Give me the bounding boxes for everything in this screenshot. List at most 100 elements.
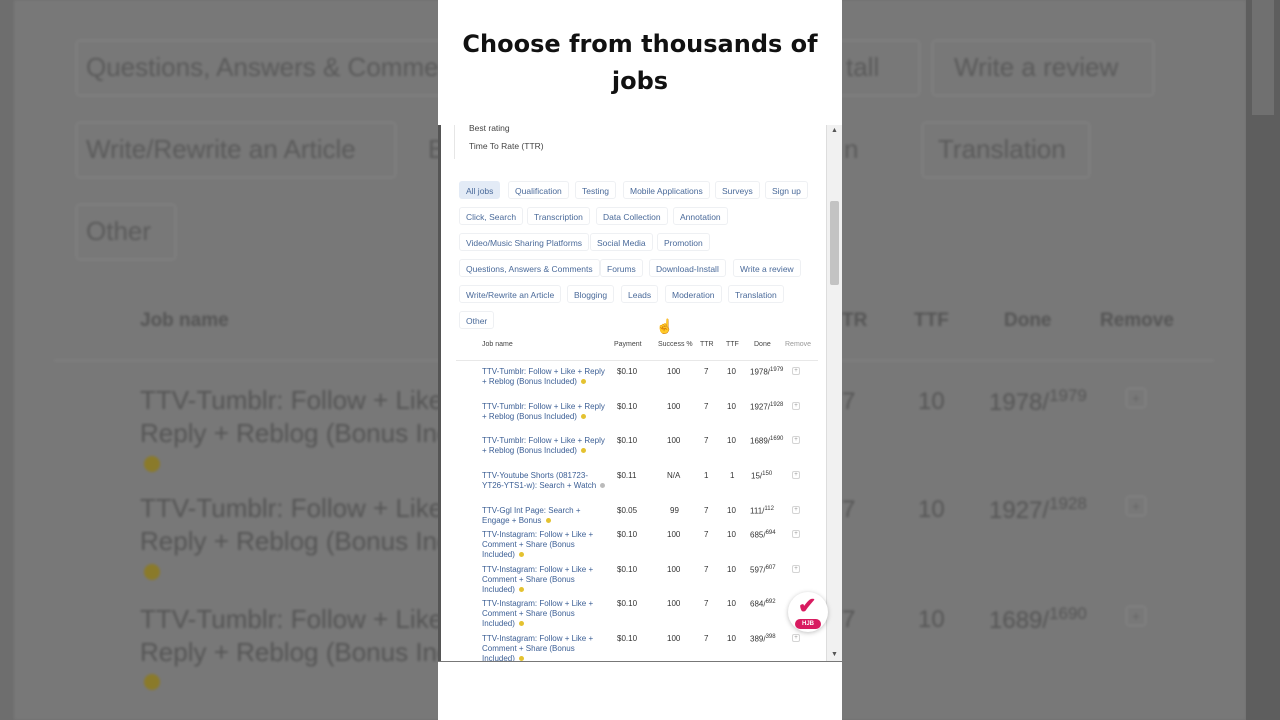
success: 99 — [670, 506, 679, 515]
table-divider — [456, 360, 818, 361]
vertical-scrollbar[interactable]: ▲ ▼ — [826, 125, 842, 661]
ttr: 1 — [704, 471, 709, 480]
coin-icon — [600, 483, 606, 489]
category-download-install[interactable]: Download-Install — [649, 259, 726, 277]
scroll-thumb[interactable] — [830, 201, 839, 285]
category-forums[interactable]: Forums — [600, 259, 643, 277]
bg-header: Remove — [1100, 310, 1174, 331]
category-qualification[interactable]: Qualification — [508, 181, 569, 199]
category-social-media[interactable]: Social Media — [590, 233, 653, 251]
done: 389/398 — [750, 634, 776, 644]
category-click-search[interactable]: Click, Search — [459, 207, 524, 225]
ttf: 10 — [727, 530, 736, 539]
coin-icon — [545, 518, 551, 524]
job-name-link[interactable]: TTV-Instagram: Follow + Like + Comment +… — [482, 599, 607, 629]
job-name-link[interactable]: TTV-Tumblr: Follow + Like + Reply + Rebl… — [482, 436, 607, 456]
window-edge — [438, 125, 441, 661]
col-ttf[interactable]: TTF — [726, 341, 739, 348]
payment: $0.10 — [617, 436, 638, 445]
ttr: 7 — [704, 436, 709, 445]
bg-header: TTF — [914, 310, 949, 331]
bg-scrollbar — [1246, 0, 1280, 720]
remove-button[interactable]: + — [792, 634, 800, 642]
done: 684/692 — [750, 599, 776, 609]
job-name-link[interactable]: TTV-Tumblr: Follow + Like + Reply + Rebl… — [482, 367, 607, 387]
job-name-link[interactable]: TTV-Instagram: Follow + Like + Comment +… — [482, 530, 607, 560]
col-ttr[interactable]: TTR — [700, 341, 714, 348]
remove-button[interactable]: + — [792, 530, 800, 538]
category-annotation[interactable]: Annotation — [673, 207, 728, 225]
job-name-link[interactable]: TTV-Instagram: Follow + Like + Comment +… — [482, 634, 607, 661]
ttf: 10 — [727, 402, 736, 411]
success: N/A — [667, 471, 681, 480]
payment: $0.10 — [617, 402, 638, 411]
col-payment[interactable]: Payment — [614, 341, 642, 348]
ttf: 10 — [727, 506, 736, 515]
bg-row-name: TTV-Tumblr: Follow + Like — [140, 604, 444, 634]
category-translation[interactable]: Translation — [728, 285, 784, 303]
job-name-link[interactable]: TTV-Tumblr: Follow + Like + Reply + Rebl… — [482, 402, 607, 422]
success: 100 — [667, 634, 681, 643]
bg-header: TR — [842, 310, 868, 331]
bg-chip: n — [844, 134, 859, 164]
table-header: Job name Payment Success % TTR TTF Done … — [438, 341, 826, 355]
col-remove: Remove — [785, 341, 812, 348]
coin-icon — [581, 448, 587, 454]
success: 100 — [667, 367, 681, 376]
category-moderation[interactable]: Moderation — [665, 285, 722, 303]
remove-button[interactable]: + — [792, 436, 800, 444]
col-done[interactable]: Done — [754, 341, 771, 348]
col-success[interactable]: Success % — [658, 341, 693, 348]
bg-remove-button: + — [1126, 496, 1146, 516]
bg-chip: Questions, Answers & Comme — [86, 52, 439, 82]
category-write-review[interactable]: Write a review — [733, 259, 801, 277]
payment: $0.10 — [617, 634, 638, 643]
badge-label: HJB — [795, 619, 821, 629]
category-testing[interactable]: Testing — [575, 181, 616, 199]
category-write-rewrite[interactable]: Write/Rewrite an Article — [459, 285, 562, 303]
category-surveys[interactable]: Surveys — [715, 181, 760, 199]
success: 100 — [667, 402, 681, 411]
scroll-down-arrow-icon[interactable]: ▼ — [831, 651, 838, 658]
sort-option-ttr[interactable]: Time To Rate (TTR) — [469, 141, 544, 151]
category-blogging[interactable]: Blogging — [567, 285, 615, 303]
category-questions-answers[interactable]: Questions, Answers & Comments — [459, 259, 600, 277]
bg-header: Done — [1004, 310, 1052, 331]
ttf: 10 — [727, 367, 736, 376]
remove-button[interactable]: + — [792, 506, 800, 514]
channel-badge[interactable]: ✔ HJB — [788, 592, 828, 632]
category-video-music[interactable]: Video/Music Sharing Platforms — [459, 233, 590, 251]
remove-button[interactable]: + — [792, 565, 800, 573]
ttr: 7 — [704, 634, 709, 643]
category-all-jobs[interactable]: All jobs — [459, 181, 501, 199]
remove-button[interactable]: + — [792, 471, 800, 479]
category-sign-up[interactable]: Sign up — [765, 181, 808, 199]
bg-num: 7 — [842, 388, 856, 415]
category-other[interactable]: Other — [459, 311, 495, 329]
coin-icon — [519, 621, 525, 627]
headline: Choose from thousands of jobs — [462, 30, 818, 95]
payment: $0.05 — [617, 506, 638, 515]
scroll-up-arrow-icon[interactable]: ▲ — [831, 127, 838, 134]
job-name-link[interactable]: TTV-Ggl Int Page: Search + Engage + Bonu… — [482, 506, 607, 526]
category-leads[interactable]: Leads — [621, 285, 659, 303]
bg-chip: Other — [86, 216, 152, 246]
coin-icon — [581, 414, 587, 420]
category-promotion[interactable]: Promotion — [657, 233, 710, 251]
category-mobile-applications[interactable]: Mobile Applications — [623, 181, 710, 199]
payment: $0.10 — [617, 599, 638, 608]
remove-button[interactable]: + — [792, 367, 800, 375]
payment: $0.10 — [617, 565, 638, 574]
hand-cursor-icon: ☝ — [656, 318, 674, 334]
category-transcription[interactable]: Transcription — [527, 207, 590, 225]
ttf: 10 — [727, 565, 736, 574]
remove-button[interactable]: + — [792, 402, 800, 410]
col-job-name[interactable]: Job name — [482, 341, 513, 348]
category-data-collection[interactable]: Data Collection — [596, 207, 668, 225]
job-name-link[interactable]: TTV-Youtube Shorts (081723-YT26-YTS1-w):… — [482, 471, 607, 491]
bg-chip: Translation — [938, 134, 1066, 164]
video-card: Choose from thousands of jobs Best ratin… — [438, 0, 842, 720]
done: 111/112 — [750, 506, 774, 516]
job-name-link[interactable]: TTV-Instagram: Follow + Like + Comment +… — [482, 565, 607, 595]
sort-option-best-rating[interactable]: Best rating — [469, 125, 510, 133]
